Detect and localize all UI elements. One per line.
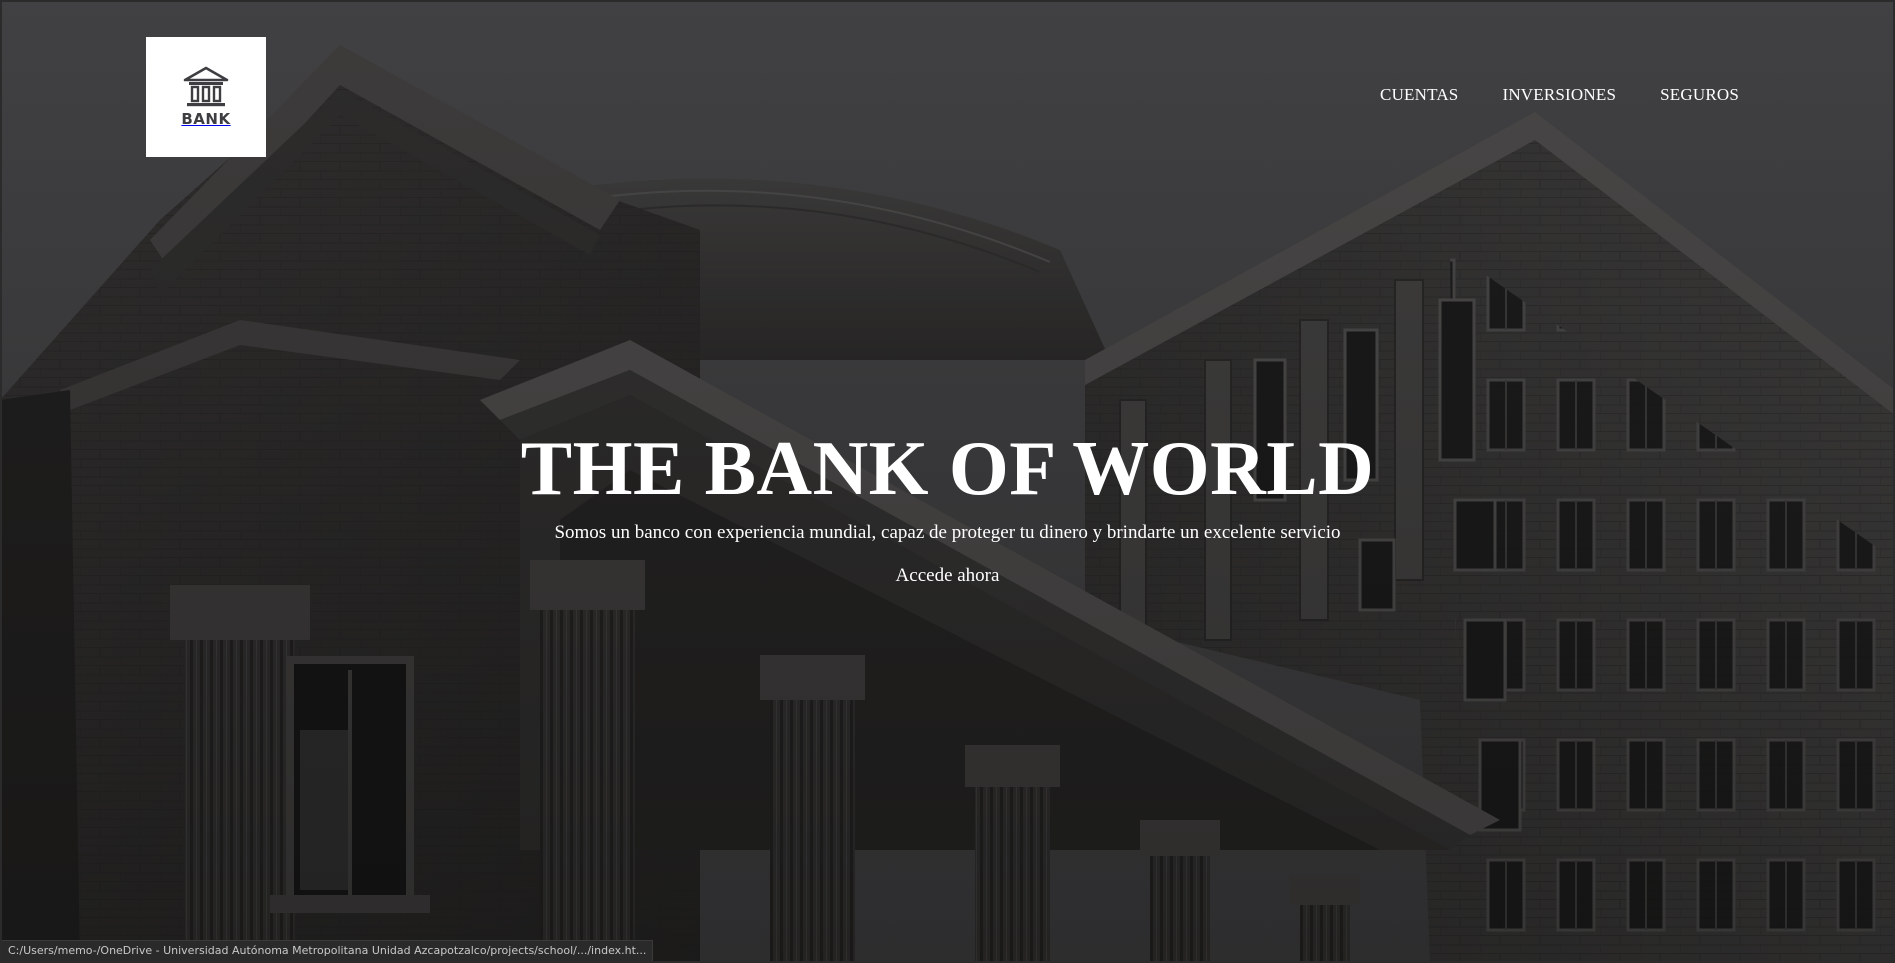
bank-building-icon [183, 66, 229, 107]
bank-logo[interactable]: BANK [146, 37, 266, 157]
status-bar-url: C:/Users/memo-/OneDrive - Universidad Au… [2, 940, 654, 961]
nav-item-cuentas[interactable]: CUENTAS [1380, 85, 1458, 105]
access-now-link[interactable]: Accede ahora [896, 565, 1000, 587]
landing-page: BANK CUENTAS INVERSIONES SEGUROS THE BAN… [0, 0, 1895, 963]
main-nav: CUENTAS INVERSIONES SEGUROS [1380, 85, 1739, 105]
hero-title: THE BANK OF WORLD [520, 425, 1375, 511]
logo-label: BANK [181, 110, 231, 128]
hero-subtitle: Somos un banco con experiencia mundial, … [554, 522, 1341, 543]
nav-item-seguros[interactable]: SEGUROS [1660, 85, 1739, 105]
nav-item-inversiones[interactable]: INVERSIONES [1502, 85, 1616, 105]
hero-section: THE BANK OF WORLD Somos un banco con exp… [0, 425, 1895, 587]
